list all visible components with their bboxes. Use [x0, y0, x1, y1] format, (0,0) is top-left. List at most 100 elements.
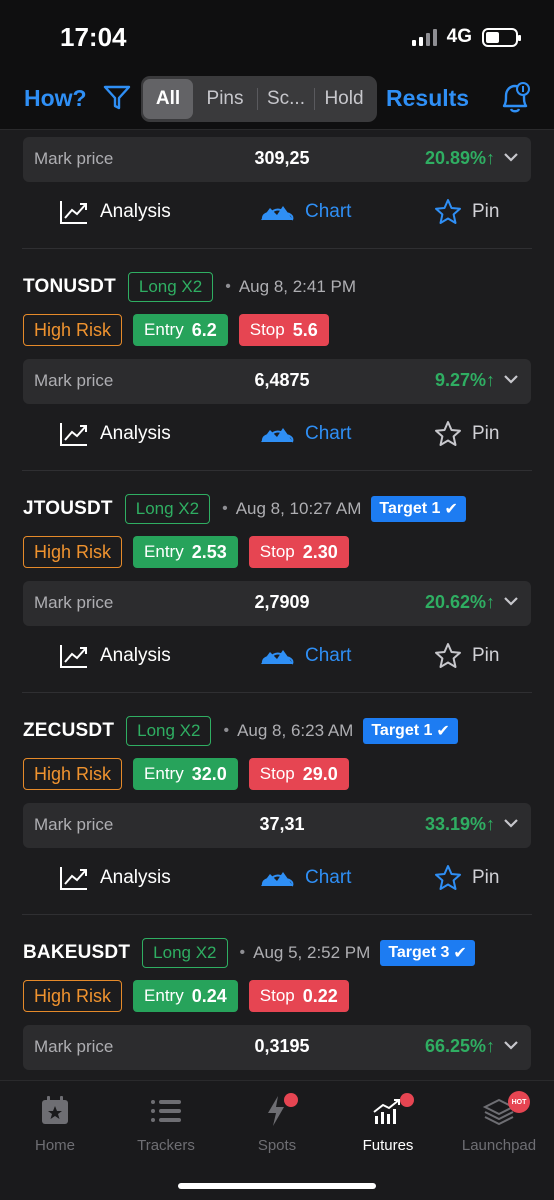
analysis-button[interactable]: Analysis: [58, 414, 171, 454]
price-change: 9.27%↑: [434, 370, 495, 390]
pair-name: TONUSDT: [23, 276, 116, 297]
chevron-down-icon[interactable]: [503, 595, 519, 607]
pin-button[interactable]: Pin: [434, 858, 499, 898]
pin-button[interactable]: Pin: [434, 192, 499, 232]
status-time: 17:04: [60, 22, 127, 52]
action-row: Analysis Chart Pin: [0, 414, 554, 454]
chart-label: Chart: [305, 201, 352, 222]
risk-badge: High Risk: [23, 980, 123, 1012]
cellular-signal-icon: [411, 28, 437, 46]
tab-launchpad[interactable]: HOT Launchpad: [444, 1091, 554, 1154]
pin-button[interactable]: Pin: [434, 414, 499, 454]
stop-label: Stop: [259, 986, 295, 1005]
action-row: Analysis Chart Pin: [0, 858, 554, 898]
stop-label: Stop: [259, 764, 295, 783]
checkmark-icon: ✔: [436, 723, 450, 740]
risk-badge: High Risk: [23, 536, 123, 568]
analysis-button[interactable]: Analysis: [58, 636, 171, 676]
star-icon: [435, 199, 461, 224]
cloud-chart-icon: [261, 206, 294, 221]
notification-bell-icon[interactable]: [498, 80, 532, 121]
top-toolbar: How? All Pins Sc... Hold Results: [0, 70, 554, 130]
mark-price-row[interactable]: Mark price 37,31 33.19%↑: [23, 803, 531, 848]
stop-label: Stop: [259, 542, 295, 561]
entry-value: 32.0: [191, 763, 227, 784]
entry-badge: Entry 32.0: [133, 758, 238, 790]
chevron-down-icon[interactable]: [503, 373, 519, 385]
hot-badge: HOT: [508, 1091, 530, 1113]
stop-value: 2.30: [302, 541, 338, 562]
analysis-button[interactable]: Analysis: [58, 192, 171, 232]
target-label: Target 1: [371, 722, 433, 739]
signal-date: Aug 5, 2:52 PM: [253, 943, 371, 962]
analysis-button[interactable]: Analysis: [58, 858, 171, 898]
target-badge: Target 3 ✔: [380, 940, 475, 966]
entry-label: Entry: [144, 320, 184, 339]
leverage-badge: Long X2: [127, 272, 214, 302]
stop-value: 29.0: [302, 763, 338, 784]
chart-label: Chart: [305, 423, 352, 444]
results-button[interactable]: Results: [386, 85, 469, 112]
risk-badge: High Risk: [23, 314, 123, 346]
chart-button[interactable]: Chart: [259, 414, 351, 454]
segment-hold[interactable]: Hold: [315, 79, 373, 119]
filter-icon[interactable]: [102, 84, 132, 117]
trend-chart-icon: [60, 867, 87, 890]
segment-sc[interactable]: Sc...: [258, 79, 314, 119]
pin-button[interactable]: Pin: [434, 636, 499, 676]
pair-name: JTOUSDT: [23, 498, 113, 519]
mark-price-row[interactable]: Mark price 0,3195 66.25%↑: [23, 1025, 531, 1070]
notification-dot: [284, 1093, 298, 1107]
tab-label: Home: [34, 1137, 75, 1154]
chevron-down-icon[interactable]: [503, 1039, 519, 1051]
mark-price-row[interactable]: Mark price 6,4875 9.27%↑: [23, 359, 531, 404]
how-button[interactable]: How?: [24, 85, 87, 112]
signal-header: ZECUSDT Long X2 • Aug 8, 6:23 AM Target …: [23, 716, 458, 746]
chevron-down-icon[interactable]: [503, 151, 519, 163]
launchpad-stack-icon: HOT: [444, 1091, 554, 1129]
price-change: 20.62%↑: [424, 592, 495, 612]
trend-chart-icon: [60, 423, 87, 446]
leverage-badge: Long X2: [142, 938, 228, 968]
trend-chart-icon: [60, 645, 87, 668]
signal-header: TONUSDT Long X2 • Aug 8, 2:41 PM: [23, 272, 356, 302]
target-label: Target 3: [388, 944, 450, 961]
chart-button[interactable]: Chart: [259, 192, 351, 232]
entry-label: Entry: [144, 986, 184, 1005]
cloud-chart-icon: [261, 650, 294, 665]
action-row: Analysis Chart Pin: [0, 192, 554, 232]
chart-button[interactable]: Chart: [259, 858, 351, 898]
signal-tags: High Risk Entry 2.53 Stop 2.30: [23, 536, 349, 568]
tab-spots[interactable]: Spots: [222, 1093, 332, 1154]
analysis-label: Analysis: [100, 867, 171, 888]
entry-badge: Entry 2.53: [133, 536, 238, 568]
chart-label: Chart: [305, 645, 352, 666]
segment-all[interactable]: All: [143, 79, 193, 119]
entry-label: Entry: [144, 764, 184, 783]
segment-pins[interactable]: Pins: [193, 79, 257, 119]
chevron-down-icon[interactable]: [503, 817, 519, 829]
cloud-chart-icon: [261, 872, 294, 887]
tab-label: Futures: [362, 1137, 414, 1154]
risk-badge: High Risk: [23, 758, 123, 790]
chart-button[interactable]: Chart: [259, 636, 351, 676]
separator-dot: •: [222, 500, 228, 517]
signals-list: Mark price 309,25 20.89%↑ Analysis Chart…: [0, 130, 554, 1080]
cloud-chart-icon: [261, 428, 294, 443]
status-indicators: 4G: [411, 26, 521, 48]
chart-label: Chart: [305, 867, 352, 888]
tab-label: Trackers: [137, 1137, 195, 1154]
pin-label: Pin: [472, 645, 500, 666]
futures-chart-icon: [333, 1093, 443, 1129]
mark-price-row[interactable]: Mark price 2,7909 20.62%↑: [23, 581, 531, 626]
tab-trackers[interactable]: Trackers: [111, 1093, 221, 1154]
stop-badge: Stop 0.22: [248, 980, 349, 1012]
mark-price-row[interactable]: Mark price 309,25 20.89%↑: [23, 137, 531, 182]
price-change: 66.25%↑: [424, 1036, 495, 1056]
tab-futures[interactable]: Futures: [333, 1093, 443, 1154]
tab-home[interactable]: Home: [0, 1093, 110, 1154]
notification-dot: [400, 1093, 414, 1107]
card-divider: [22, 248, 532, 249]
pin-label: Pin: [472, 867, 500, 888]
separator-dot: •: [239, 944, 246, 961]
